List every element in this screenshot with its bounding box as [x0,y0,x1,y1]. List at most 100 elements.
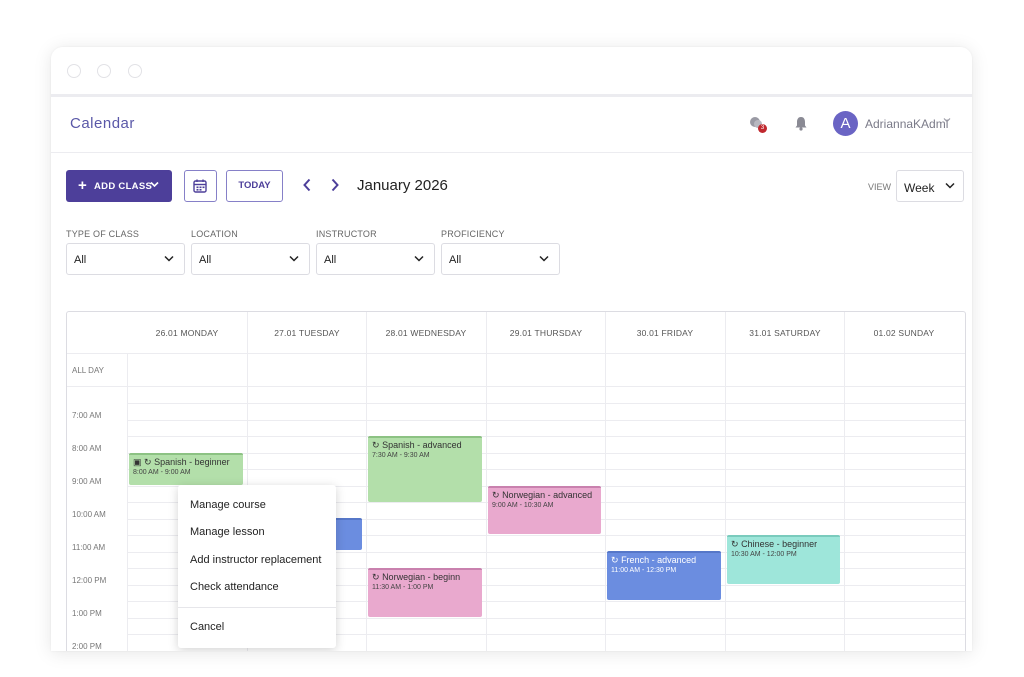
event-norwegian-advanced[interactable]: ↻ Norwegian - advanced 9:00 AM - 10:30 A… [488,486,601,534]
event-title: ↻ French - advanced [611,555,717,566]
notifications-button[interactable] [794,116,808,136]
all-day-label: ALL DAY [72,366,105,375]
app-window: Calendar 3 A AdriannaKAdmi + ADD CLASS T… [51,47,972,651]
grid-line [67,386,965,387]
username-label[interactable]: AdriannaKAdmi [865,117,948,131]
next-week-icon[interactable] [330,178,340,192]
previous-week-icon[interactable] [302,178,312,192]
avatar[interactable]: A [833,111,858,136]
event-french-advanced[interactable]: ↻ French - advanced 11:00 AM - 12:30 PM [607,551,721,600]
filter-value: All [199,254,212,266]
event-title: ↻ Chinese - beginner [731,539,836,550]
event-title: ↻ Norwegian - beginn [372,572,478,583]
event-title-text: Norwegian - beginn [382,572,461,582]
filter-label-location: LOCATION [191,229,238,239]
chevron-down-icon [164,255,174,262]
event-time: 10:30 AM - 12:00 PM [731,551,797,558]
add-class-label: ADD CLASS [94,181,153,192]
current-month-label: January 2026 [357,177,448,194]
filter-type-of-class-select[interactable]: All [66,243,185,275]
repeat-icon: ↻ [611,555,619,565]
event-norwegian-beginner[interactable]: ↻ Norwegian - beginn 11:30 AM - 1:00 PM [368,568,482,617]
repeat-icon: ↻ [144,457,152,467]
grid-line [725,312,726,651]
notification-badge: 3 [758,124,767,133]
window-minimize-dot[interactable] [97,64,111,78]
window-titlebar [51,47,972,97]
event-title-text: Spanish - beginner [154,457,230,467]
menu-item-manage-lesson[interactable]: Manage lesson [190,526,265,538]
grid-line [486,312,487,651]
filter-label-proficiency: PROFICIENCY [441,229,505,239]
chevron-down-icon [539,255,549,262]
grid-line [127,403,965,404]
event-title: ▣ ↻ Spanish - beginner [133,457,239,468]
event-spanish-advanced[interactable]: ↻ Spanish - advanced 7:30 AM - 9:30 AM [368,436,482,502]
grid-line [127,436,965,437]
grid-line [127,353,128,651]
menu-item-check-attendance[interactable]: Check attendance [190,581,279,593]
grid-line [605,312,606,651]
grid-line [844,312,845,651]
messages-button[interactable]: 3 [749,116,767,134]
add-class-button[interactable]: + ADD CLASS [66,170,172,202]
chevron-down-icon [289,255,299,262]
view-select[interactable]: Week [896,170,964,202]
grid-line [127,420,965,421]
chevron-down-icon[interactable] [943,117,951,123]
day-header-thursday: 29.01 THURSDAY [509,328,583,338]
event-title-text: French - advanced [621,555,697,565]
filter-instructor-select[interactable]: All [316,243,435,275]
calendar-small-icon: ▣ [133,457,142,467]
filter-proficiency-select[interactable]: All [441,243,560,275]
time-label: 8:00 AM [72,444,102,453]
filter-label-instructor: INSTRUCTOR [316,229,377,239]
grid-line [366,312,367,651]
grid-line [67,353,965,354]
repeat-icon: ↻ [731,539,739,549]
time-label: 10:00 AM [72,510,106,519]
chevron-down-icon [945,182,955,189]
event-time: 11:00 AM - 12:30 PM [611,567,677,574]
day-header-wednesday: 28.01 WEDNESDAY [385,328,467,338]
filter-value: All [324,254,337,266]
page-title: Calendar [70,115,135,132]
menu-item-add-instructor-replacement[interactable]: Add instructor replacement [190,554,321,566]
today-button[interactable]: TODAY [226,170,283,202]
menu-item-manage-course[interactable]: Manage course [190,499,266,511]
event-chinese-beginner[interactable]: ↻ Chinese - beginner 10:30 AM - 12:00 PM [727,535,840,584]
repeat-icon: ↻ [492,490,500,500]
plus-icon: + [78,177,88,194]
filter-value: All [449,254,462,266]
filter-value: All [74,254,87,266]
grid-line [127,453,965,454]
time-label: 7:00 AM [72,411,102,420]
event-title-text: Spanish - advanced [382,440,462,450]
time-label: 1:00 PM [72,609,102,618]
day-header-sunday: 01.02 SUNDAY [873,328,935,338]
view-select-value: Week [904,181,935,195]
event-time: 8:00 AM - 9:00 AM [133,469,191,476]
event-title: ↻ Norwegian - advanced [492,490,597,501]
filter-location-select[interactable]: All [191,243,310,275]
day-header-friday: 30.01 FRIDAY [636,328,694,338]
day-header-tuesday: 27.01 TUESDAY [274,328,340,338]
menu-item-cancel[interactable]: Cancel [190,621,224,633]
view-label: VIEW [868,182,892,192]
menu-divider [178,607,336,608]
event-time: 11:30 AM - 1:00 PM [372,584,434,591]
chevron-down-icon [414,255,424,262]
event-title: ↻ Spanish - advanced [372,440,478,451]
time-label: 12:00 PM [72,576,107,585]
app-header: Calendar 3 A AdriannaKAdmi [51,97,972,153]
day-header-monday: 26.01 MONDAY [155,328,219,338]
event-time: 9:00 AM - 10:30 AM [492,502,554,509]
grid-line [127,469,965,470]
date-picker-button[interactable] [184,170,217,202]
window-maximize-dot[interactable] [128,64,142,78]
event-time: 7:30 AM - 9:30 AM [372,452,430,459]
window-close-dot[interactable] [67,64,81,78]
repeat-icon: ↻ [372,572,380,582]
event-spanish-beginner[interactable]: ▣ ↻ Spanish - beginner 8:00 AM - 9:00 AM [129,453,243,485]
event-title-text: Chinese - beginner [741,539,818,549]
